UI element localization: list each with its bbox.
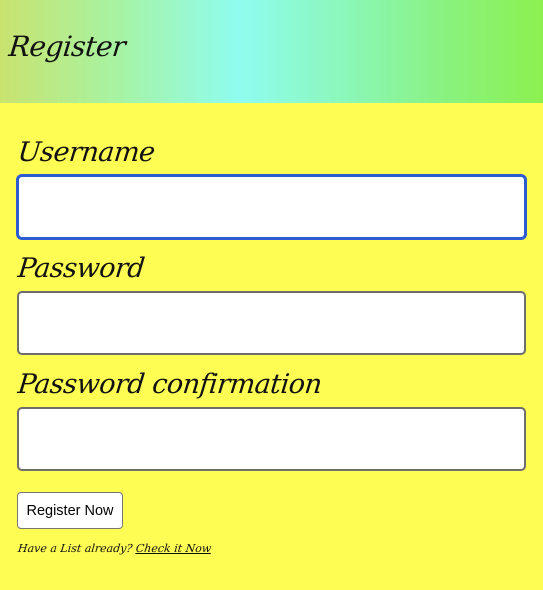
footer-prompt: Have a List already? — [17, 542, 134, 555]
password-label: Password — [16, 253, 146, 284]
username-input[interactable] — [17, 175, 526, 239]
check-it-now-link[interactable]: Check it Now — [135, 542, 212, 555]
password-confirmation-input[interactable] — [17, 407, 526, 471]
register-now-button[interactable]: Register Now — [17, 492, 123, 529]
password-input[interactable] — [17, 291, 526, 355]
header-banner: Register — [0, 0, 543, 103]
password-confirmation-label: Password confirmation — [16, 369, 324, 400]
footer-text: Have a List already? Check it Now — [17, 542, 212, 555]
username-label: Username — [16, 137, 157, 168]
page-title: Register — [7, 30, 127, 63]
